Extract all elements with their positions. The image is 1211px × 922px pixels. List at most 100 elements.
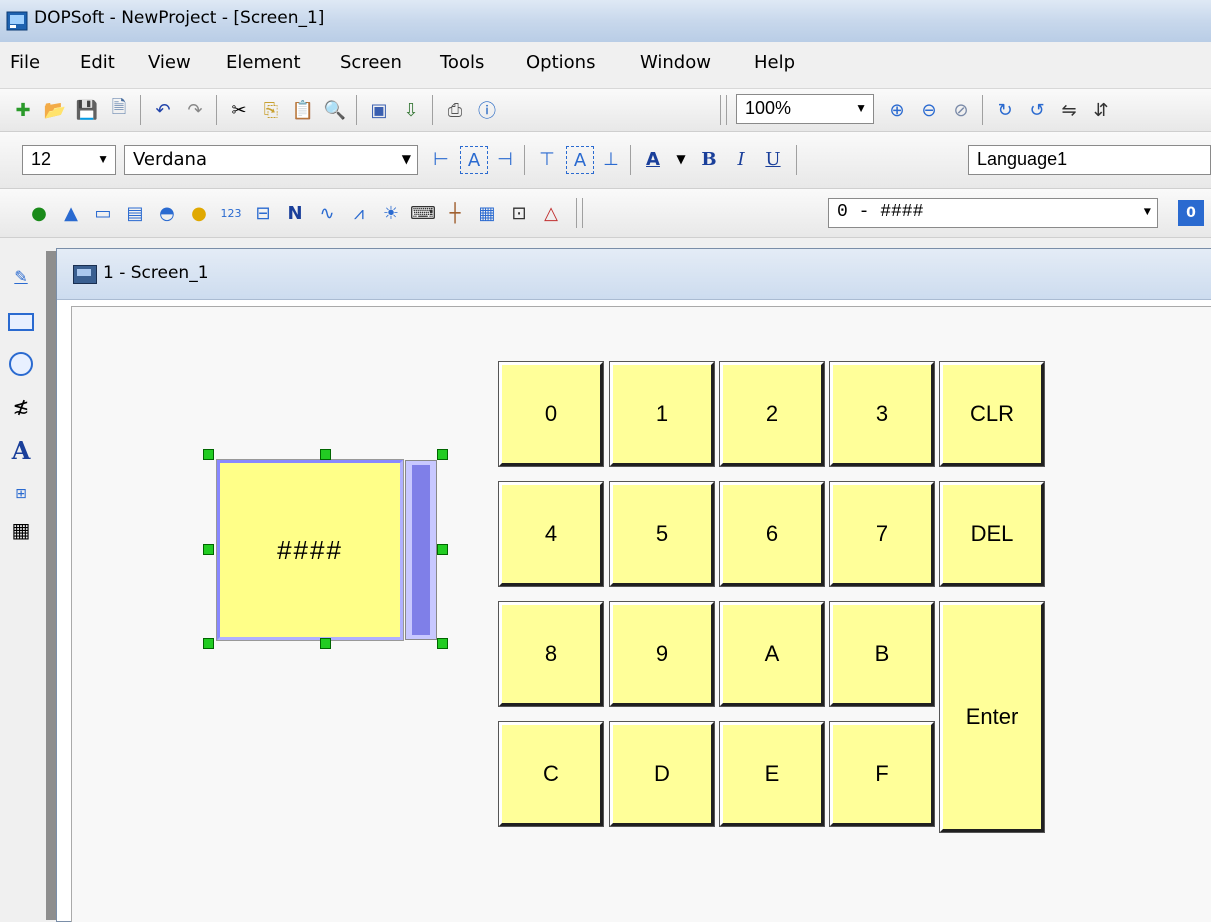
- shape-icon[interactable]: △: [538, 200, 564, 226]
- chevron-down-icon[interactable]: ▼: [668, 146, 694, 172]
- zoom-out-icon[interactable]: ⊖: [916, 97, 942, 123]
- info-icon[interactable]: ⓘ: [474, 97, 500, 123]
- resize-handle-ne[interactable]: [437, 449, 448, 460]
- table-icon[interactable]: ▦: [8, 517, 34, 543]
- key-6[interactable]: 6: [719, 481, 825, 587]
- new-file-icon[interactable]: ✚: [10, 97, 36, 123]
- text-color-icon[interactable]: A: [640, 146, 666, 172]
- paste-icon[interactable]: 📋: [290, 97, 316, 123]
- resize-handle-w[interactable]: [203, 544, 214, 555]
- key-2[interactable]: 2: [719, 361, 825, 467]
- design-canvas[interactable]: #### 0 1 2 3 CLR 4 5 6 7 DEL 8 9 A B Ent…: [71, 306, 1211, 922]
- align-right-icon[interactable]: ⊣: [492, 146, 518, 172]
- language-select[interactable]: Language1: [968, 145, 1211, 175]
- pencil-icon[interactable]: ✎: [8, 263, 34, 289]
- compile-icon[interactable]: ▣: [366, 97, 392, 123]
- underline-icon[interactable]: U: [760, 146, 786, 172]
- recipe-icon[interactable]: ⊡: [506, 200, 532, 226]
- flip-vertical-icon[interactable]: ⇵: [1088, 97, 1114, 123]
- sampling-icon[interactable]: ▦: [474, 200, 500, 226]
- flip-horizontal-icon[interactable]: ⇋: [1056, 97, 1082, 123]
- align-left-icon[interactable]: ⊢: [428, 146, 454, 172]
- key-del[interactable]: DEL: [939, 481, 1045, 587]
- align-center-icon[interactable]: A: [460, 146, 488, 174]
- key-c[interactable]: C: [498, 721, 604, 827]
- key-clr[interactable]: CLR: [939, 361, 1045, 467]
- lamp-icon[interactable]: ▭: [90, 200, 116, 226]
- zoom-select[interactable]: 100% ▼: [736, 94, 874, 124]
- key-0[interactable]: 0: [498, 361, 604, 467]
- align-top-icon[interactable]: ⊤: [534, 146, 560, 172]
- trend-icon[interactable]: ∿: [314, 200, 340, 226]
- menu-options[interactable]: Options: [526, 52, 595, 73]
- key-b[interactable]: B: [829, 601, 935, 707]
- key-1[interactable]: 1: [609, 361, 715, 467]
- bar-graph-icon[interactable]: ▤: [122, 200, 148, 226]
- download-icon[interactable]: ⇩: [398, 97, 424, 123]
- alarm-icon[interactable]: ☀: [378, 200, 404, 226]
- bold-icon[interactable]: B: [696, 146, 722, 172]
- key-f[interactable]: F: [829, 721, 935, 827]
- key-8[interactable]: 8: [498, 601, 604, 707]
- text-icon[interactable]: A: [8, 436, 34, 465]
- align-middle-icon[interactable]: A: [566, 146, 594, 174]
- rectangle-icon[interactable]: [8, 309, 34, 335]
- resize-handle-nw[interactable]: [203, 449, 214, 460]
- menu-file[interactable]: File: [10, 52, 40, 73]
- key-a[interactable]: A: [719, 601, 825, 707]
- key-3[interactable]: 3: [829, 361, 935, 467]
- value-icon[interactable]: 0: [1178, 200, 1204, 226]
- cut-icon[interactable]: ✂: [226, 97, 252, 123]
- meter-icon[interactable]: ◓: [154, 200, 180, 226]
- font-name-select[interactable]: Verdana ▼: [124, 145, 418, 175]
- key-enter[interactable]: Enter: [939, 601, 1045, 833]
- menu-view[interactable]: View: [148, 52, 191, 73]
- format-select[interactable]: 0 - #### ▼: [828, 198, 1158, 228]
- slider-icon[interactable]: ┼: [442, 200, 468, 226]
- multistate-icon[interactable]: ▲: [58, 200, 84, 226]
- xy-chart-icon[interactable]: ⩘: [346, 200, 372, 226]
- on-button-icon[interactable]: ●: [26, 200, 52, 226]
- numeric-input-icon[interactable]: N: [282, 200, 308, 226]
- numeric-display-icon[interactable]: 123: [218, 200, 244, 226]
- key-5[interactable]: 5: [609, 481, 715, 587]
- key-7[interactable]: 7: [829, 481, 935, 587]
- numeric-input-scrollbar[interactable]: [405, 460, 437, 640]
- open-folder-icon[interactable]: 📂: [42, 97, 68, 123]
- resize-handle-sw[interactable]: [203, 638, 214, 649]
- zoom-in-icon[interactable]: ⊕: [884, 97, 910, 123]
- menu-window[interactable]: Window: [640, 52, 711, 73]
- copy-icon[interactable]: ⎘: [258, 97, 284, 123]
- redo-icon[interactable]: ↷: [182, 97, 208, 123]
- italic-icon[interactable]: I: [728, 146, 754, 172]
- zoom-reset-icon[interactable]: ⊘: [948, 97, 974, 123]
- scale-icon[interactable]: ⊞: [8, 481, 34, 507]
- resize-handle-n[interactable]: [320, 449, 331, 460]
- menu-edit[interactable]: Edit: [80, 52, 115, 73]
- menu-element[interactable]: Element: [226, 52, 301, 73]
- circle-icon[interactable]: [8, 351, 34, 377]
- input-icon[interactable]: ⊟: [250, 200, 276, 226]
- key-4[interactable]: 4: [498, 481, 604, 587]
- undo-icon[interactable]: ↶: [150, 97, 176, 123]
- align-bottom-icon[interactable]: ⊥: [598, 146, 624, 172]
- resize-handle-e[interactable]: [437, 544, 448, 555]
- menu-help[interactable]: Help: [754, 52, 795, 73]
- rotate-ccw-icon[interactable]: ↺: [1024, 97, 1050, 123]
- save-as-icon[interactable]: 🗎: [106, 97, 132, 123]
- print-icon[interactable]: ⎙: [442, 97, 468, 123]
- key-e[interactable]: E: [719, 721, 825, 827]
- save-icon[interactable]: 💾: [74, 97, 100, 123]
- rotate-cw-icon[interactable]: ↻: [992, 97, 1018, 123]
- menu-tools[interactable]: Tools: [440, 52, 484, 73]
- font-size-select[interactable]: 12 ▼: [22, 145, 116, 175]
- indicator-icon[interactable]: ●: [186, 200, 212, 226]
- menu-screen[interactable]: Screen: [340, 52, 402, 73]
- numeric-input-display[interactable]: ####: [216, 459, 404, 641]
- polyline-icon[interactable]: ≴: [8, 393, 34, 419]
- numeric-input[interactable]: ####: [216, 459, 439, 642]
- resize-handle-s[interactable]: [320, 638, 331, 649]
- key-9[interactable]: 9: [609, 601, 715, 707]
- find-icon[interactable]: 🔍: [322, 97, 348, 123]
- key-d[interactable]: D: [609, 721, 715, 827]
